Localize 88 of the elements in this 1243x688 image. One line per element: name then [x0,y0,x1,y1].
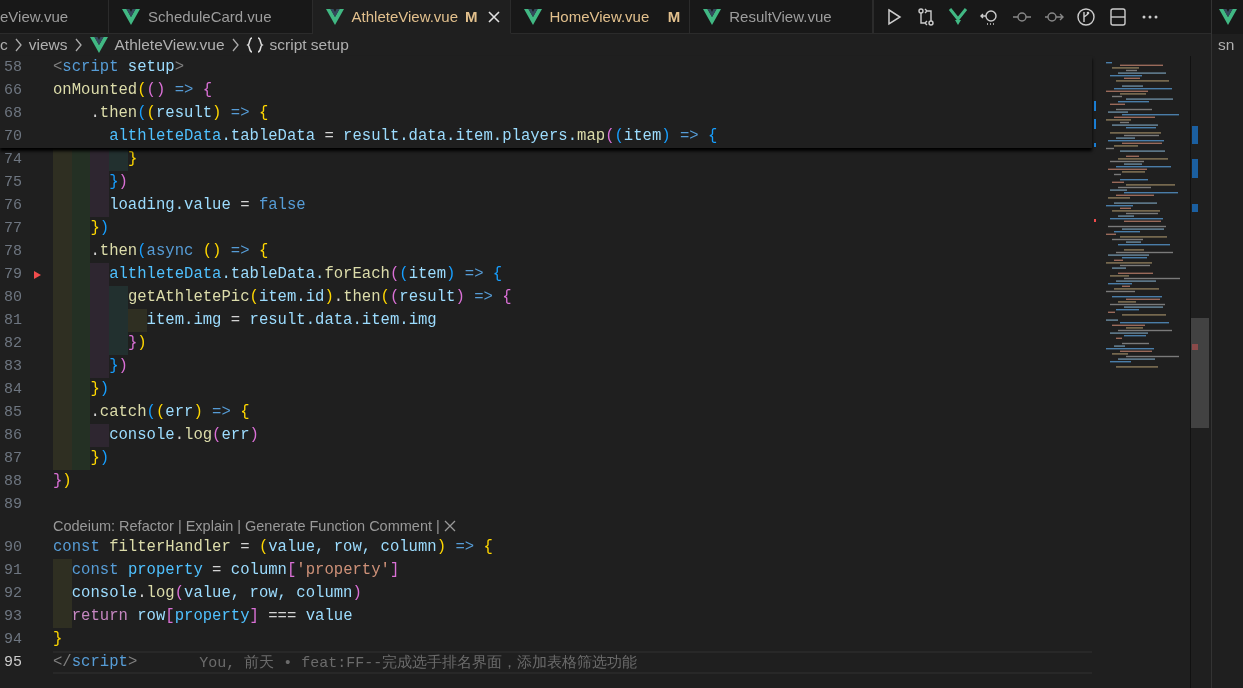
change-marker [1192,204,1198,212]
breadcrumb-item[interactable]: AthleteView.vue [114,36,225,54]
code-line: const filterHandler = (value, row, column) => { [53,537,493,558]
line-number: 75 [3,174,22,191]
line-number: 70 [3,128,22,145]
code-line: althleteData.tableData.forEach((item) => { [53,263,503,286]
breadcrumb-item[interactable]: c [0,36,8,54]
change-marker [1192,126,1198,144]
line-number: 74 [3,151,22,168]
code-line: getAthletePic(item.id).then((result) => { [53,286,512,309]
line-number: 66 [3,82,22,99]
code-line: }) [53,355,128,378]
line-number: 92 [3,585,22,602]
code-line: onMounted(() => { [53,80,213,101]
chevron-icon [230,37,240,53]
tab[interactable] [1212,0,1243,34]
scrollbar-thumb[interactable] [1191,318,1209,428]
line-number: 94 [3,631,22,648]
codelens-separator: | [177,518,182,534]
code-line: .catch((err) => { [53,401,250,424]
codelens-separator: | [436,518,440,534]
codelens-action[interactable]: Explain [185,518,234,534]
line-number: 84 [3,381,22,398]
code-line: const property = column['property'] [53,559,400,582]
line-number: 58 [3,59,22,76]
error-marker [1192,344,1198,350]
code-line: </script> [53,652,138,673]
line-number: 95 [3,654,22,671]
vue-icon [702,6,723,27]
codelens-action[interactable]: Generate Function Comment [245,518,432,534]
code-line: }) [53,378,110,401]
code-line: }) [53,471,72,492]
modified-indicator: M [667,8,681,25]
line-number: 82 [3,335,22,352]
line-number: 79 [3,266,22,283]
vue-icon [522,6,543,27]
branch-icon[interactable] [1075,6,1096,27]
code-line: console.log(value, row, column) [53,582,362,605]
code-line: }) [53,447,110,470]
code-line: }) [53,217,110,240]
vue-icon [324,6,345,27]
code-line: }) [53,332,147,355]
line-number: 80 [3,289,22,306]
breadcrumb-item[interactable]: script setup [269,36,349,54]
modified-indicator: M [465,8,478,25]
line-number: 93 [3,608,22,625]
line-number: 86 [3,427,22,444]
blame-annotation: You, 前天 • feat:FF--完成选手排名界面，添加表格筛选功能 [199,653,638,672]
code-line: console.log(err) [53,424,259,447]
code-line: return row[property] === value [53,605,353,628]
vue-icon [121,6,142,27]
code-line: althleteData.tableData = result.data.item.players.map((item) => { [108,126,718,147]
editor-tab[interactable]: AthleteView.vue M [312,0,511,34]
codelens-action[interactable]: Codeium: Refactor [53,518,174,534]
code-line: .then(async () => { [53,240,269,263]
vue-icon [88,35,109,55]
pull-request-icon[interactable] [915,6,936,27]
code-line: item.img = result.data.item.img [53,309,437,332]
code-line: }) [53,171,128,194]
line-number: 81 [3,312,22,329]
line-number: 83 [3,358,22,375]
line-number: 77 [3,220,22,237]
line-number: 89 [3,496,22,513]
line-number: 68 [3,105,22,122]
breadcrumb-item[interactable]: views [28,36,68,54]
code-line: <script setup> [53,57,185,78]
line-number: 85 [3,404,22,421]
vue-icon [1218,7,1238,27]
line-number: 76 [3,197,22,214]
change-marker [1192,159,1198,178]
code-line: } [53,629,63,650]
chevron-icon [13,37,23,53]
code-line: .then((result) => { [89,103,269,124]
line-number: 91 [3,562,22,579]
close-icon[interactable] [443,520,456,532]
editor-tab[interactable]: eView.vue [0,0,110,33]
line-number: 87 [3,450,22,467]
code-line: } [53,148,138,171]
chevron-icon [73,37,83,53]
line-number: 90 [3,539,22,556]
line-number: 78 [3,243,22,260]
line-number: 88 [3,473,22,490]
braces-icon [245,36,264,54]
chevron-drop-icon[interactable] [947,6,968,27]
code-line: loading.value = false [53,194,306,217]
split-editor-icon[interactable] [1107,6,1128,27]
breadcrumb-item[interactable]: sn [1218,36,1235,54]
codelens-separator: | [237,518,241,534]
